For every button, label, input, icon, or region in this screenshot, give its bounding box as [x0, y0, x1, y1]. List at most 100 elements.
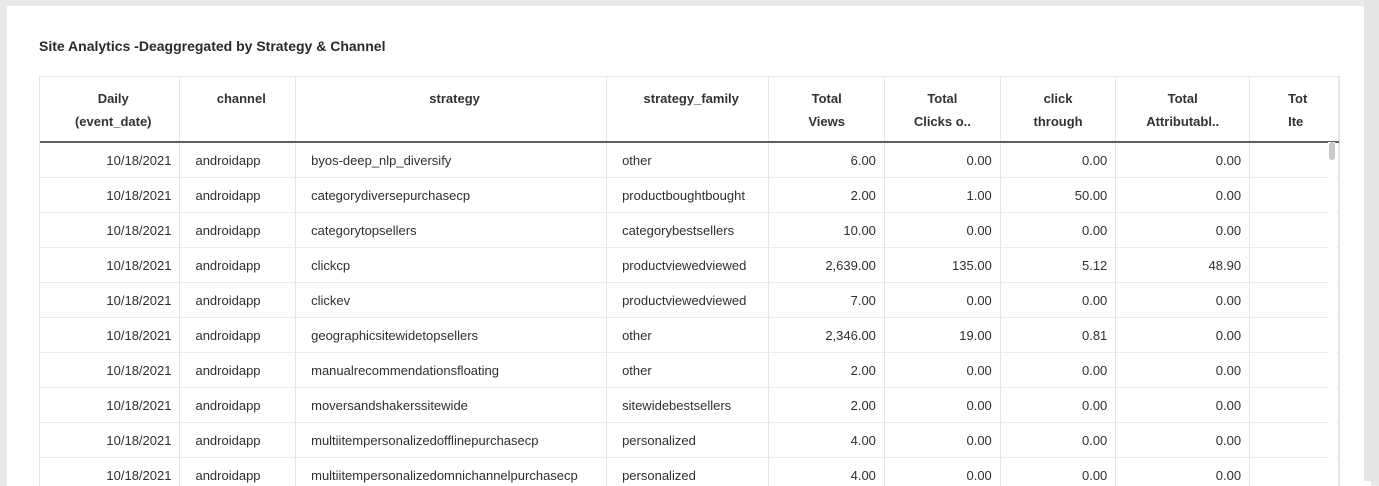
cell-strategy-family: categorybestsellers [607, 213, 769, 248]
cell-total-clicks: 0.00 [884, 283, 1000, 318]
cell-click-through: 0.00 [1000, 388, 1116, 423]
cell-total-items [1250, 248, 1339, 283]
column-header-total-views[interactable]: TotalViews [769, 77, 885, 142]
cell-strategy: byos-deep_nlp_diversify [296, 142, 607, 178]
cell-click-through: 50.00 [1000, 178, 1116, 213]
column-header-total-items[interactable]: TotIte [1250, 77, 1339, 142]
data-table: Daily(event_date) channel strategy strat… [40, 77, 1339, 486]
cell-click-through: 0.00 [1000, 353, 1116, 388]
cell-total-items [1250, 353, 1339, 388]
cell-strategy-family: other [607, 142, 769, 178]
cell-click-through: 0.00 [1000, 423, 1116, 458]
cell-total-views: 7.00 [769, 283, 885, 318]
cell-click-through: 0.00 [1000, 213, 1116, 248]
cell-strategy-family: productboughtbought [607, 178, 769, 213]
analytics-widget: Site Analytics -Deaggregated by Strategy… [7, 6, 1371, 486]
cell-strategy: clickcp [296, 248, 607, 283]
cell-strategy-family: productviewedviewed [607, 248, 769, 283]
cell-strategy: categorydiversepurchasecp [296, 178, 607, 213]
cell-total-items [1250, 458, 1339, 486]
cell-channel: androidapp [180, 388, 296, 423]
table-row[interactable]: 10/18/2021androidappclickcpproductviewed… [40, 248, 1339, 283]
cell-channel: androidapp [180, 353, 296, 388]
column-header-strategy[interactable]: strategy [296, 77, 607, 142]
cell-strategy: moversandshakerssitewide [296, 388, 607, 423]
cell-total-clicks: 1.00 [884, 178, 1000, 213]
table-row[interactable]: 10/18/2021androidappclickevproductviewed… [40, 283, 1339, 318]
cell-total-clicks: 0.00 [884, 388, 1000, 423]
cell-total-clicks: 0.00 [884, 353, 1000, 388]
cell-channel: androidapp [180, 283, 296, 318]
data-table-viewport[interactable]: Daily(event_date) channel strategy strat… [39, 76, 1340, 486]
cell-date: 10/18/2021 [40, 178, 180, 213]
cell-total-items [1250, 283, 1339, 318]
cell-total-attributable: 0.00 [1116, 318, 1250, 353]
cell-strategy: geographicsitewidetopsellers [296, 318, 607, 353]
cell-total-attributable: 0.00 [1116, 178, 1250, 213]
vertical-scrollbar-thumb[interactable] [1329, 142, 1335, 160]
cell-total-items [1250, 178, 1339, 213]
cell-channel: androidapp [180, 213, 296, 248]
table-row[interactable]: 10/18/2021androidappmultiitempersonalize… [40, 423, 1339, 458]
cell-total-clicks: 0.00 [884, 458, 1000, 486]
cell-strategy-family: personalized [607, 423, 769, 458]
table-row[interactable]: 10/18/2021androidappcategorydiversepurch… [40, 178, 1339, 213]
vertical-scrollbar-track[interactable] [1328, 142, 1335, 486]
cell-total-clicks: 0.00 [884, 142, 1000, 178]
cell-channel: androidapp [180, 142, 296, 178]
cell-strategy-family: personalized [607, 458, 769, 486]
cell-total-attributable: 0.00 [1116, 388, 1250, 423]
cell-channel: androidapp [180, 423, 296, 458]
cell-click-through: 0.00 [1000, 458, 1116, 486]
cell-strategy: manualrecommendationsfloating [296, 353, 607, 388]
cell-total-views: 2,346.00 [769, 318, 885, 353]
cell-total-attributable: 0.00 [1116, 423, 1250, 458]
cell-total-clicks: 0.00 [884, 213, 1000, 248]
column-header-total-clicks[interactable]: TotalClicks o.. [884, 77, 1000, 142]
cell-click-through: 0.00 [1000, 283, 1116, 318]
column-header-click-through[interactable]: clickthrough [1000, 77, 1116, 142]
cell-total-clicks: 19.00 [884, 318, 1000, 353]
cell-total-clicks: 0.00 [884, 423, 1000, 458]
cell-total-views: 4.00 [769, 458, 885, 486]
cell-total-attributable: 0.00 [1116, 458, 1250, 486]
cell-total-clicks: 135.00 [884, 248, 1000, 283]
cell-strategy: categorytopsellers [296, 213, 607, 248]
cell-total-views: 4.00 [769, 423, 885, 458]
cell-click-through: 0.81 [1000, 318, 1116, 353]
cell-strategy: multiitempersonalizedomnichannelpurchase… [296, 458, 607, 486]
column-header-daily-event-date[interactable]: Daily(event_date) [40, 77, 180, 142]
cell-total-items [1250, 142, 1339, 178]
cell-total-attributable: 0.00 [1116, 283, 1250, 318]
table-row[interactable]: 10/18/2021androidappcategorytopsellersca… [40, 213, 1339, 248]
cell-click-through: 5.12 [1000, 248, 1116, 283]
cell-total-attributable: 0.00 [1116, 142, 1250, 178]
table-row[interactable]: 10/18/2021androidappgeographicsitewideto… [40, 318, 1339, 353]
cell-total-views: 2.00 [769, 353, 885, 388]
table-row[interactable]: 10/18/2021androidappbyos-deep_nlp_divers… [40, 142, 1339, 178]
table-row[interactable]: 10/18/2021androidappmultiitempersonalize… [40, 458, 1339, 486]
table-row[interactable]: 10/18/2021androidappmoversandshakerssite… [40, 388, 1339, 423]
cell-date: 10/18/2021 [40, 353, 180, 388]
cell-total-attributable: 48.90 [1116, 248, 1250, 283]
cell-date: 10/18/2021 [40, 388, 180, 423]
cell-strategy-family: other [607, 353, 769, 388]
column-header-total-attributable[interactable]: TotalAttributabl.. [1116, 77, 1250, 142]
cell-total-items [1250, 318, 1339, 353]
cell-total-items [1250, 213, 1339, 248]
cell-total-attributable: 0.00 [1116, 213, 1250, 248]
cell-total-views: 2.00 [769, 388, 885, 423]
cell-total-views: 6.00 [769, 142, 885, 178]
cell-total-items [1250, 388, 1339, 423]
cell-date: 10/18/2021 [40, 213, 180, 248]
cell-total-attributable: 0.00 [1116, 353, 1250, 388]
cell-date: 10/18/2021 [40, 248, 180, 283]
table-row[interactable]: 10/18/2021androidappmanualrecommendation… [40, 353, 1339, 388]
cell-channel: androidapp [180, 458, 296, 486]
cell-date: 10/18/2021 [40, 142, 180, 178]
cell-total-views: 2.00 [769, 178, 885, 213]
cell-date: 10/18/2021 [40, 318, 180, 353]
column-header-channel[interactable]: channel [180, 77, 296, 142]
column-header-strategy-family[interactable]: strategy_family [607, 77, 769, 142]
cell-strategy-family: other [607, 318, 769, 353]
